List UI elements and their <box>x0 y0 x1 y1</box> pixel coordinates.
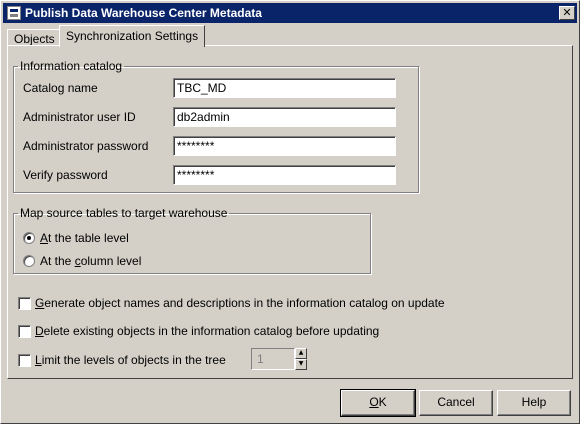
delete-existing-checkbox[interactable] <box>18 324 31 338</box>
admin-password-label: Administrator password <box>23 139 149 153</box>
title-bar: Publish Data Warehouse Center Metadata ✕ <box>3 3 577 23</box>
radio-table-level[interactable]: At the table level <box>23 231 129 245</box>
close-icon[interactable]: ✕ <box>559 6 575 20</box>
radio-table-level-label: At the table level <box>40 231 129 245</box>
warehouse-app-icon <box>7 6 21 20</box>
window-title: Publish Data Warehouse Center Metadata <box>25 6 262 20</box>
catalog-name-field[interactable] <box>173 78 396 98</box>
levels-spinner-field[interactable]: 1 <box>251 348 295 370</box>
radio-table-level-indicator[interactable] <box>23 232 35 244</box>
ok-button[interactable]: OK <box>340 389 416 417</box>
cancel-button[interactable]: Cancel <box>419 390 493 416</box>
verify-password-label: Verify password <box>23 168 108 182</box>
admin-user-field[interactable] <box>173 107 396 127</box>
spin-up-icon[interactable]: ▲ <box>295 348 307 359</box>
limit-levels-option[interactable]: Limit the levels of objects in the tree <box>18 353 226 367</box>
radio-column-level[interactable]: At the column level <box>23 254 141 268</box>
generate-names-option[interactable]: Generate object names and descriptions i… <box>18 296 445 310</box>
radio-column-level-label: At the column level <box>40 254 142 268</box>
catalog-name-label: Catalog name <box>23 81 98 95</box>
admin-user-label: Administrator user ID <box>23 110 136 124</box>
generate-names-checkbox[interactable] <box>18 296 31 310</box>
verify-password-field[interactable] <box>173 165 396 185</box>
delete-existing-option[interactable]: Delete existing objects in the informati… <box>18 324 379 338</box>
limit-levels-checkbox[interactable] <box>18 353 31 367</box>
mapping-legend: Map source tables to target warehouse <box>20 206 228 220</box>
admin-password-field[interactable] <box>173 136 396 156</box>
dialog-window: Publish Data Warehouse Center Metadata ✕… <box>0 0 580 424</box>
radio-column-level-indicator[interactable] <box>23 255 35 267</box>
limit-levels-label: Limit the levels of objects in the tree <box>35 353 226 367</box>
generate-names-label: Generate object names and descriptions i… <box>35 296 445 310</box>
tab-synchronization-settings[interactable]: Synchronization Settings <box>59 25 206 47</box>
help-button[interactable]: Help <box>497 390 571 416</box>
delete-existing-label: Delete existing objects in the informati… <box>35 324 380 338</box>
spin-down-icon[interactable]: ▼ <box>295 359 307 370</box>
information-catalog-legend: Information catalog <box>20 59 123 73</box>
